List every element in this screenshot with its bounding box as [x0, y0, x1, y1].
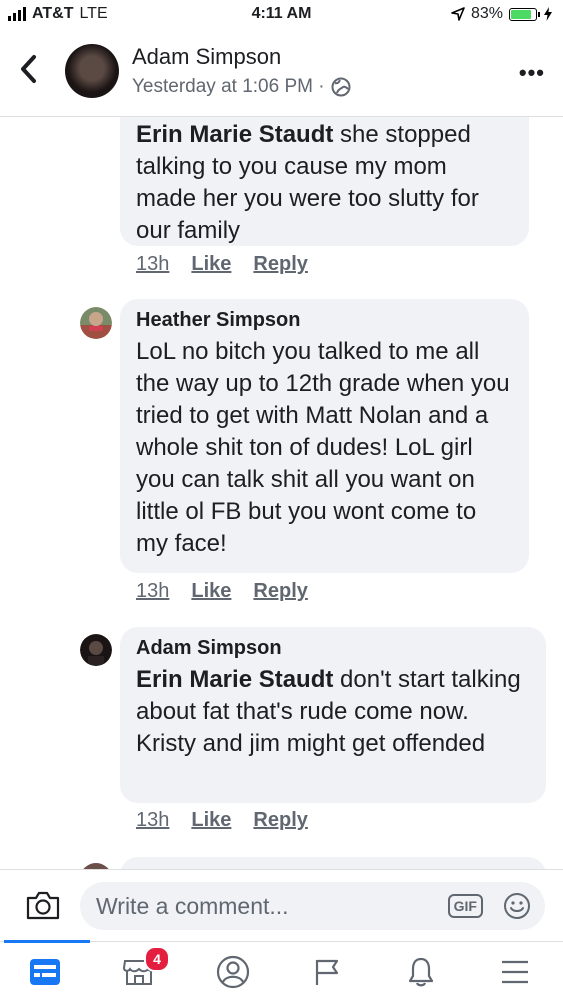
- commenter-avatar[interactable]: [80, 307, 112, 339]
- camera-icon[interactable]: [24, 887, 62, 925]
- charging-bolt-icon: [544, 7, 552, 21]
- comment-actions: 13h Like Reply: [136, 580, 308, 603]
- comment-time[interactable]: 13h: [136, 253, 169, 276]
- comment-placeholder: Write a comment...: [96, 893, 289, 919]
- battery-info: 83%: [451, 5, 553, 23]
- comment-text: Erin Marie Staudt don't start talking ab…: [136, 664, 530, 760]
- tab-pages[interactable]: [282, 942, 372, 1001]
- gif-button[interactable]: GIF: [447, 894, 483, 918]
- post-header: Adam Simpson Yesterday at 1:06 PM · •••: [0, 30, 563, 117]
- comment-text: Erin Marie Staudt she stopped talking to…: [136, 119, 513, 247]
- reply-button[interactable]: Reply: [253, 809, 307, 832]
- comments-list[interactable]: Erin Marie Staudt she stopped talking to…: [0, 117, 563, 869]
- like-button[interactable]: Like: [191, 580, 231, 603]
- comment-input[interactable]: Write a comment... GIF: [80, 882, 545, 930]
- profile-icon: [216, 955, 250, 988]
- back-button[interactable]: [18, 54, 40, 88]
- comment-bubble: Erin Marie Staudt she stopped talking to…: [120, 117, 529, 246]
- comment-author[interactable]: Heather Simpson: [136, 309, 513, 332]
- tab-menu[interactable]: [470, 942, 560, 1001]
- comment-time[interactable]: 13h: [136, 580, 169, 603]
- battery-fill: [511, 9, 531, 19]
- comment-mention[interactable]: Erin Marie Staudt: [136, 121, 333, 148]
- news-feed-icon: [30, 958, 60, 985]
- comment-bubble: Adam Simpson Erin Marie Staudt don't sta…: [120, 627, 546, 803]
- like-button[interactable]: Like: [191, 253, 231, 276]
- author-name[interactable]: Adam Simpson: [132, 44, 281, 70]
- comment-text: LoL no bitch you talked to me all the wa…: [136, 338, 510, 557]
- comment-composer: Write a comment... GIF: [0, 869, 563, 942]
- smiley-icon[interactable]: [503, 892, 531, 920]
- pages-flag-icon: [315, 959, 339, 985]
- more-icon: •••: [518, 60, 545, 85]
- author-avatar[interactable]: [65, 44, 119, 98]
- tab-profile[interactable]: [188, 942, 278, 1001]
- globe-icon: [331, 77, 351, 97]
- chevron-left-icon: [21, 55, 36, 83]
- tab-news-feed[interactable]: [0, 940, 90, 1001]
- commenter-avatar[interactable]: [80, 634, 112, 666]
- battery-percent: 83%: [470, 5, 503, 22]
- battery-icon: [509, 7, 540, 21]
- notifications-bell-icon: [408, 957, 434, 986]
- menu-icon: [502, 960, 528, 983]
- status-bar: AT&T LTE 4:11 AM 83%: [0, 0, 563, 30]
- comment-bubble: Heather Simpson LoL no bitch you talked …: [120, 299, 529, 573]
- post-meta: Yesterday at 1:06 PM ·: [132, 76, 351, 98]
- comment-actions: 13h Like Reply: [136, 253, 308, 276]
- tab-notifications[interactable]: [376, 942, 466, 1001]
- reply-button[interactable]: Reply: [253, 580, 307, 603]
- reply-button[interactable]: Reply: [253, 253, 307, 276]
- location-arrow-icon: [451, 7, 465, 21]
- marketplace-badge: 4: [144, 946, 170, 972]
- tab-marketplace[interactable]: 4: [94, 942, 184, 1001]
- more-options-button[interactable]: •••: [519, 60, 545, 86]
- comment-mention[interactable]: Erin Marie Staudt: [136, 666, 333, 693]
- comment-author[interactable]: Adam Simpson: [136, 637, 530, 660]
- comment-bubble: [120, 857, 546, 869]
- comment-actions: 13h Like Reply: [136, 809, 308, 832]
- like-button[interactable]: Like: [191, 809, 231, 832]
- bottom-tab-bar: 4: [0, 940, 563, 1001]
- post-timestamp[interactable]: Yesterday at 1:06 PM ·: [132, 76, 325, 98]
- comment-time[interactable]: 13h: [136, 809, 169, 832]
